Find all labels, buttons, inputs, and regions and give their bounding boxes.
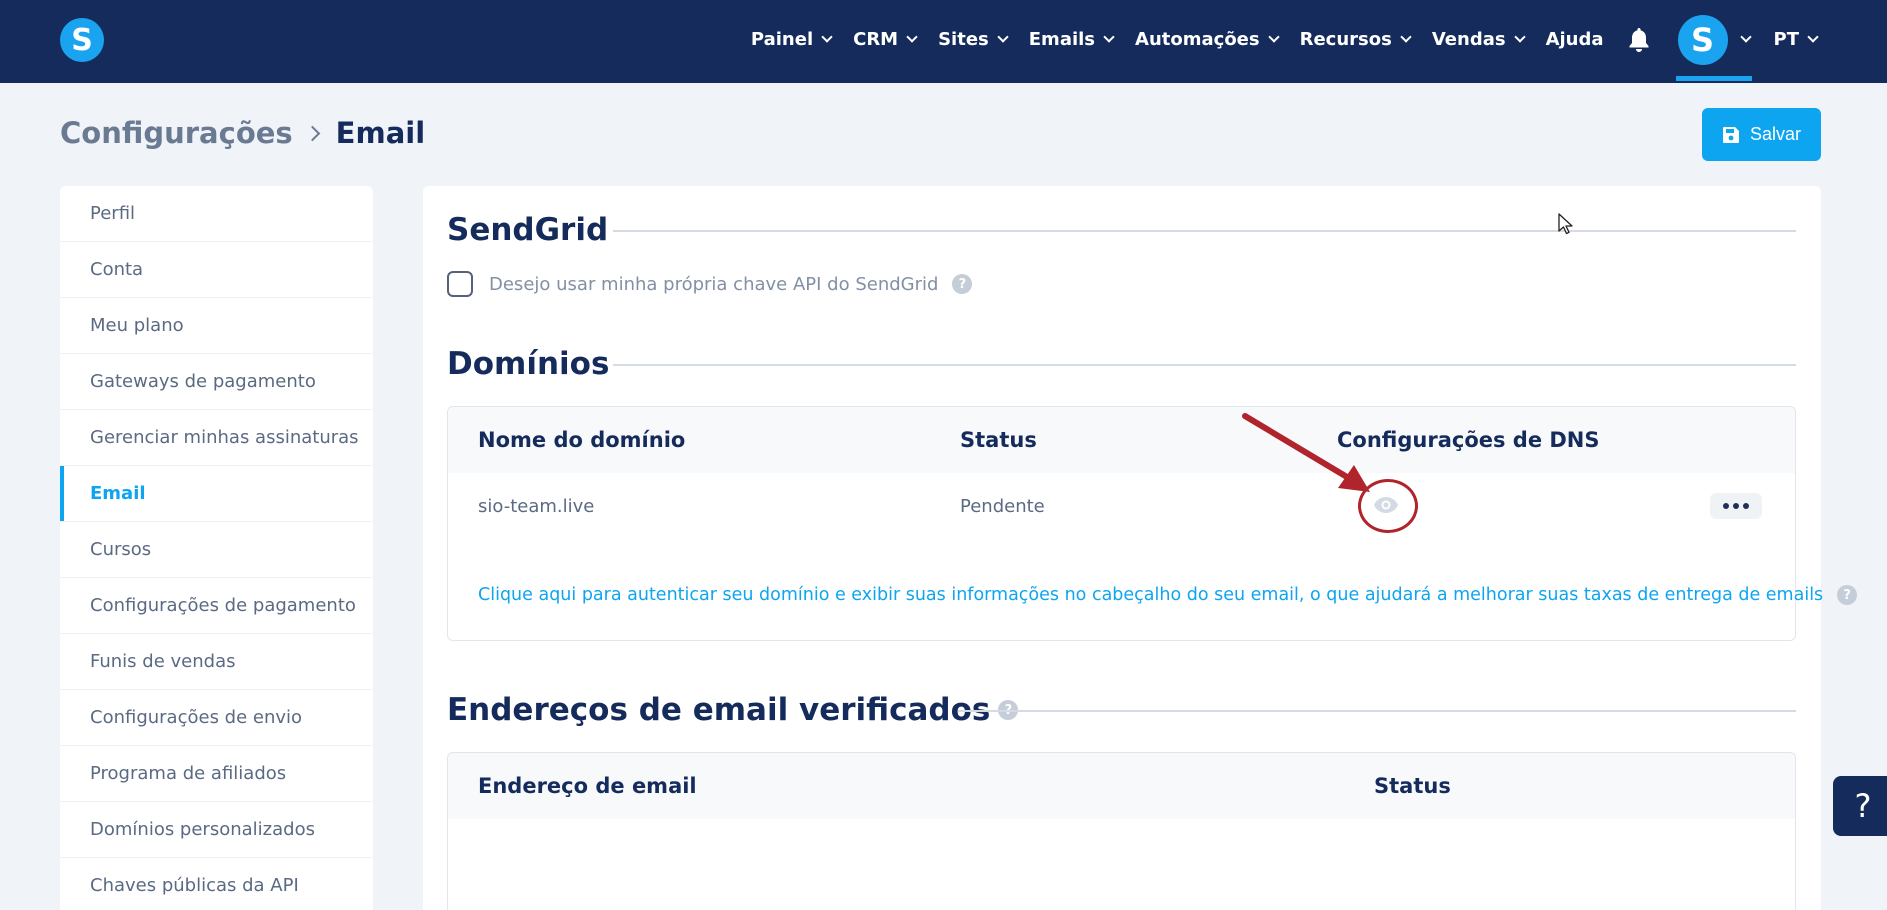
help-icon[interactable]: ?: [1837, 585, 1858, 605]
column-header-domain: Nome do domínio: [478, 428, 686, 452]
sidebar-item-email[interactable]: Email: [60, 466, 373, 522]
sidebar-item-config-pagamento[interactable]: Configurações de pagamento: [60, 578, 373, 634]
sidebar-item-config-envio[interactable]: Configurações de envio: [60, 690, 373, 746]
chevron-right-icon: [304, 125, 320, 141]
section-divider: [613, 230, 1796, 232]
nav-label: CRM: [853, 29, 899, 50]
section-title-dominios: Domínios: [447, 346, 610, 382]
breadcrumb: Configurações Email: [60, 116, 425, 150]
chevron-down-icon: [1400, 31, 1412, 43]
nav-item-vendas[interactable]: Vendas: [1431, 29, 1526, 50]
sidebar-item-dominios[interactable]: Domínios personalizados: [60, 802, 373, 858]
chevron-down-icon: [821, 31, 833, 43]
save-button[interactable]: Salvar: [1702, 108, 1821, 161]
domains-table: Nome do domínio Status Configurações de …: [447, 406, 1858, 641]
column-header-status: Status: [1374, 774, 1451, 798]
chevron-down-icon: [1103, 31, 1115, 43]
column-header-email: Endereço de email: [478, 774, 697, 798]
help-widget-button[interactable]: ?: [1833, 776, 1887, 836]
sidebar-item-assinaturas[interactable]: Gerenciar minhas assinaturas: [60, 410, 373, 466]
dot: [1733, 503, 1739, 509]
sendgrid-option: Desejo usar minha própria chave API do S…: [447, 271, 973, 297]
nav-label: Automações: [1135, 29, 1260, 50]
nav-item-painel[interactable]: Painel: [750, 29, 833, 50]
section-title-verified: Endereços de email verificados ?: [447, 692, 1019, 728]
section-divider: [958, 710, 1796, 712]
nav-item-recursos[interactable]: Recursos: [1299, 29, 1412, 50]
sidebar-item-api-keys[interactable]: Chaves públicas da API: [60, 858, 373, 910]
user-menu[interactable]: S: [1675, 0, 1752, 81]
sidebar-item-perfil[interactable]: Perfil: [60, 186, 373, 242]
nav-label: Sites: [938, 29, 989, 50]
language-selector[interactable]: PT: [1773, 29, 1819, 50]
nav-label: Painel: [750, 29, 814, 50]
main-menu: Painel CRM Sites Emails Automações Recur…: [729, 0, 1819, 81]
nav-label: Vendas: [1431, 29, 1506, 50]
sidebar-item-funis[interactable]: Funis de vendas: [60, 634, 373, 690]
nav-item-emails[interactable]: Emails: [1028, 29, 1115, 50]
sendgrid-checkbox[interactable]: [447, 271, 473, 297]
settings-sidebar: Perfil Conta Meu plano Gateways de pagam…: [60, 186, 373, 910]
nav-label: Recursos: [1299, 29, 1392, 50]
language-label: PT: [1773, 29, 1799, 50]
chevron-down-icon: [997, 31, 1009, 43]
bell-icon[interactable]: [1628, 27, 1650, 53]
section-title-sendgrid: SendGrid: [447, 212, 609, 248]
section-title-text: Endereços de email verificados: [447, 692, 991, 728]
mouse-cursor-icon: [1558, 213, 1573, 235]
section-divider: [613, 364, 1796, 366]
floppy-disk-icon: [1722, 126, 1739, 143]
dot: [1723, 503, 1729, 509]
nav-label: Ajuda: [1545, 29, 1604, 50]
column-header-status: Status: [960, 428, 1037, 452]
nav-item-automacoes[interactable]: Automações: [1135, 29, 1280, 50]
sidebar-item-gateways[interactable]: Gateways de pagamento: [60, 354, 373, 410]
dot: [1743, 503, 1749, 509]
nav-item-sites[interactable]: Sites: [938, 29, 1009, 50]
nav-item-ajuda[interactable]: Ajuda: [1546, 29, 1604, 50]
domain-name: sio-team.live: [478, 495, 595, 517]
chevron-down-icon: [1513, 31, 1526, 43]
avatar[interactable]: S: [1677, 14, 1728, 65]
link-label[interactable]: Clique aqui para autenticar seu domínio …: [478, 585, 1823, 605]
save-label: Salvar: [1749, 124, 1802, 144]
chevron-down-icon: [1807, 31, 1819, 43]
sidebar-item-afiliados[interactable]: Programa de afiliados: [60, 746, 373, 802]
annotation-arrow: [1242, 413, 1370, 492]
help-icon[interactable]: ?: [952, 274, 973, 294]
page-title: Email: [335, 116, 426, 150]
chevron-down-icon: [1267, 31, 1280, 43]
active-indicator: [1675, 76, 1752, 81]
chevron-down-icon: [1739, 31, 1752, 43]
top-navbar: S Painel CRM Sites Emails Automações Rec…: [0, 0, 1887, 83]
table-header: Endereço de email Status: [448, 753, 1795, 819]
breadcrumb-parent[interactable]: Configurações: [60, 116, 293, 150]
verified-emails-table: Endereço de email Status: [447, 752, 1796, 910]
domain-status: Pendente: [960, 495, 1045, 517]
chevron-down-icon: [906, 31, 918, 43]
nav-label: Emails: [1028, 29, 1096, 50]
app-logo[interactable]: S: [60, 18, 104, 62]
nav-item-crm[interactable]: CRM: [853, 29, 918, 50]
more-options-button[interactable]: [1710, 493, 1762, 519]
sendgrid-checkbox-label[interactable]: Desejo usar minha própria chave API do S…: [489, 274, 938, 295]
table-header: Nome do domínio Status Configurações de …: [448, 407, 1795, 473]
sidebar-item-meu-plano[interactable]: Meu plano: [60, 298, 373, 354]
main-panel: SendGrid Desejo usar minha própria chave…: [423, 186, 1858, 910]
sidebar-item-cursos[interactable]: Cursos: [60, 522, 373, 578]
authenticate-domain-link[interactable]: Clique aqui para autenticar seu domínio …: [478, 585, 1858, 605]
sidebar-item-conta[interactable]: Conta: [60, 242, 373, 298]
